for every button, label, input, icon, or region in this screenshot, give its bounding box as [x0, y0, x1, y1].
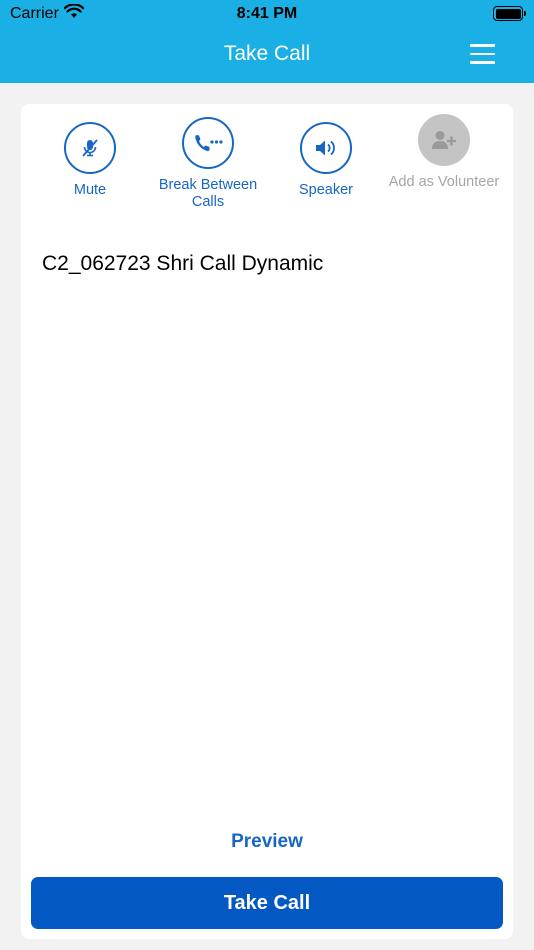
add-as-volunteer-label: Add as Volunteer — [388, 174, 500, 190]
clock: 8:41 PM — [236, 5, 298, 22]
break-between-calls-button[interactable]: Break Between Calls — [149, 117, 267, 211]
status-bar: Carrier 8:41 PM — [0, 0, 534, 28]
add-user-icon — [418, 114, 470, 166]
battery-icon — [493, 6, 526, 21]
mute-label: Mute — [73, 182, 107, 198]
hamburger-menu-icon[interactable] — [470, 44, 495, 66]
microphone-off-icon — [64, 122, 116, 174]
nav-bar: Take Call — [0, 28, 534, 83]
mute-button[interactable]: Mute — [31, 122, 149, 199]
take-call-button[interactable]: Take Call — [31, 877, 503, 929]
preview-link[interactable]: Preview — [21, 831, 513, 853]
page-title: Take Call — [223, 42, 311, 65]
speaker-button[interactable]: Speaker — [267, 122, 385, 199]
speaker-label: Speaker — [298, 182, 353, 198]
break-between-calls-label: Break Between Calls — [158, 177, 258, 210]
speaker-icon — [300, 122, 352, 174]
call-card: Mute Break Between Calls Speaker Add as … — [21, 104, 513, 939]
call-name: C2_062723 Shri Call Dynamic — [42, 252, 324, 275]
phone-break-icon — [182, 117, 234, 169]
add-as-volunteer-button[interactable]: Add as Volunteer — [385, 114, 503, 191]
